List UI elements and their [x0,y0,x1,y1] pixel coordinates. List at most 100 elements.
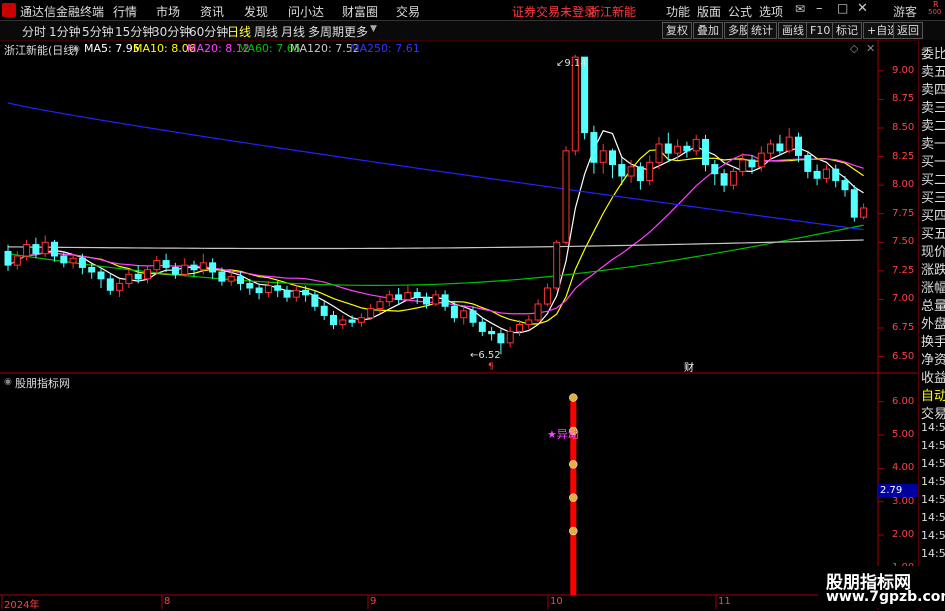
period-daily[interactable]: 日线 [227,23,251,40]
low-price-label: ←6.52 [470,350,501,361]
candle [116,278,124,298]
minimize-icon[interactable]: – [816,1,823,16]
candle [525,315,533,330]
period-weekly[interactable]: 周线 [254,23,278,40]
period-multi[interactable]: 多周期 [308,23,344,40]
menu-function[interactable]: 功能 [666,3,690,20]
period-more[interactable]: 更多 [344,23,368,40]
trade-time: 14:56 [921,529,945,542]
candle [646,155,654,186]
candle [627,160,635,183]
candle [702,134,709,172]
menu-ask[interactable]: 问小达 [288,3,324,20]
price-tick-label: 6.75 [892,322,915,333]
draw-line-button[interactable]: 画线 [778,22,808,39]
sub-tick-label: 4.00 [892,462,915,474]
candle [822,164,830,183]
high-price-value: 9.14 [564,58,587,69]
candle [534,299,542,323]
menu-discover[interactable]: 发现 [244,3,268,20]
back-button[interactable]: 返回 [893,22,923,39]
price-tick-label: 7.00 [892,293,915,305]
quote-field-label[interactable]: 交易 [921,403,945,422]
trade-time: 14:56 [921,493,945,506]
price-tick-label: 8.00 [892,179,915,191]
candle [283,285,291,302]
price-tick-label: 9.00 [892,64,915,76]
period-monthly[interactable]: 月线 [281,23,305,40]
price-ticks [878,70,884,358]
event-marker-a[interactable]: ¶ [488,362,494,372]
period-toolbar: 分时 1分钟 5分钟 15分钟 30分钟 60分钟 日线 周线 月线 多周期 更… [0,21,945,41]
period-60min[interactable]: 60分钟 [189,23,228,40]
price-tick-label: 8.75 [892,93,915,105]
candle [320,301,328,320]
menu-news[interactable]: 资讯 [200,3,224,20]
quote-field-label[interactable]: 自动 [921,385,945,404]
candle [776,134,784,156]
candle [767,139,775,160]
candle [162,253,170,272]
quote-field-label: 换手 [921,335,945,350]
menu-market[interactable]: 市场 [156,3,180,20]
money-bag-icon [569,493,578,502]
mark-button[interactable]: 标记 [832,22,862,39]
candle [609,148,616,179]
period-1min[interactable]: 1分钟 [49,23,81,40]
menu-quotes[interactable]: 行情 [113,3,137,20]
quote-field-label: 现价 [921,245,945,260]
candle [181,258,189,277]
finance-marker[interactable]: 财 [684,359,694,374]
money-bag-icon [569,526,578,536]
candle [785,128,793,154]
quote-field-label: 买四 [921,209,945,224]
quote-side-panel: R 500 委比 卖五 卖四 卖三 卖二 卖一 买一 买二 买三 买四 买五 现价 涨跌 涨幅 总量 外盘 换手… [918,0,945,609]
money-bag-icon [569,460,578,469]
price-tick-label: 8.25 [892,150,915,162]
f10-button[interactable]: F10 [806,22,835,39]
period-5min[interactable]: 5分钟 [82,23,114,40]
sub-settings-icon[interactable]: ◉ [4,377,12,387]
menu-formula[interactable]: 公式 [728,3,752,20]
candlesticks [4,54,868,355]
candle [171,262,179,279]
maximize-icon[interactable]: □ [837,1,848,15]
period-15min[interactable]: 15分钟 [115,23,154,40]
close-icon[interactable]: ✕ [857,1,868,16]
candle [832,164,840,188]
login-warning[interactable]: 证券交易未登录 [512,3,596,20]
statistics-button[interactable]: 统计 [747,22,777,39]
candle [553,240,561,291]
price-tick-label: 6.50 [892,350,915,362]
candle [850,185,858,222]
candle [153,256,161,275]
ma120-line [7,239,864,250]
menu-layout[interactable]: 版面 [697,3,721,20]
overlay-button[interactable]: 叠加 [693,22,723,39]
candle [599,144,607,174]
menu-options[interactable]: 选项 [759,3,783,20]
watermark: 股朋指标网 www.7gpzb.com [818,566,945,608]
candle [581,56,589,140]
app-logo-icon [2,3,16,17]
guest-label[interactable]: 游客 [893,3,917,20]
candle [562,146,570,245]
money-bag-icon [569,393,578,402]
candle [441,290,449,311]
candle [804,150,812,179]
menu-wealth-circle[interactable]: 财富圈 [342,3,378,20]
kline-chart[interactable] [0,40,918,609]
message-icon[interactable]: ✉ [795,2,805,16]
ma250-line [7,102,864,231]
sub-tick-label: 2.00 [892,529,915,540]
candle [385,290,393,307]
period-timeshare[interactable]: 分时 [22,23,46,40]
sub-tick-label: 3.00 [892,495,915,507]
candle [367,304,375,320]
signal-label: ★异动 [547,428,579,441]
period-30min[interactable]: 30分钟 [152,23,191,40]
adjust-button[interactable]: 复权 [662,22,692,39]
more-chevron-icon[interactable]: ▼ [370,24,377,34]
candle [618,157,626,186]
menu-trade[interactable]: 交易 [396,3,420,20]
